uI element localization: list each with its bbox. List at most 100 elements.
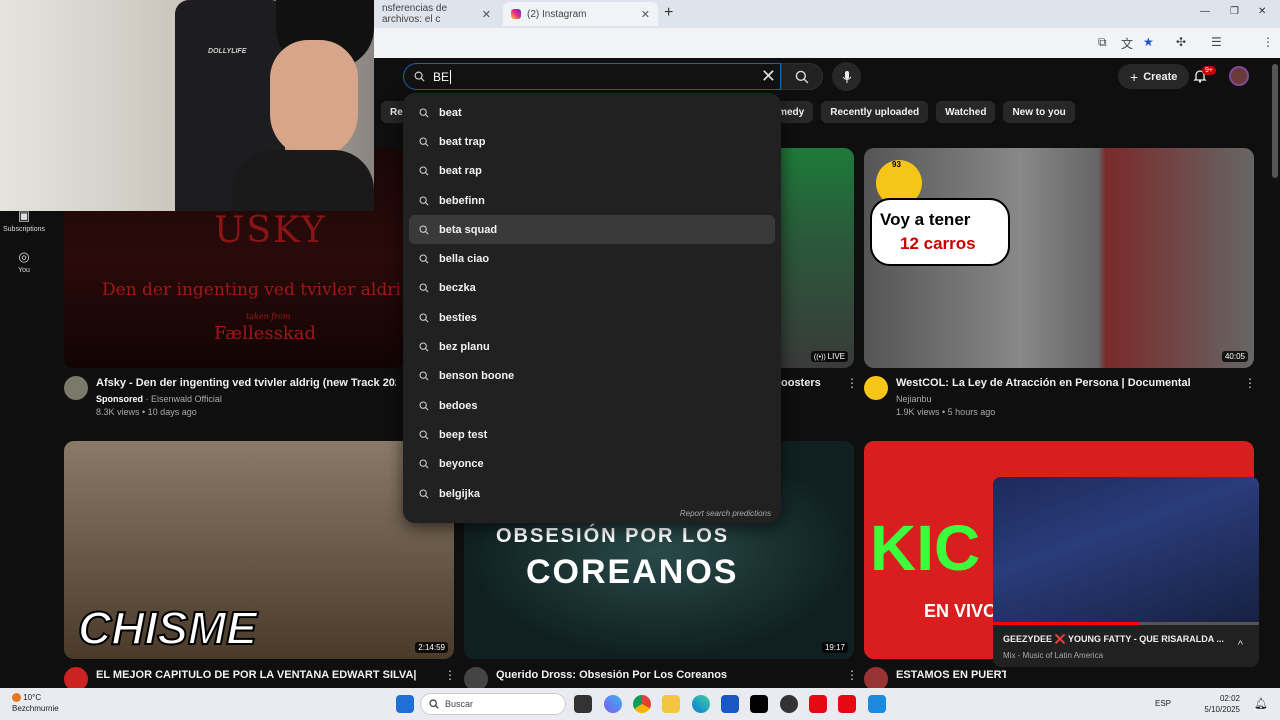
search-icon [419, 108, 429, 118]
taskbar-search[interactable]: Buscar [420, 693, 566, 715]
more-options-icon[interactable]: ⋮ [1244, 376, 1256, 390]
search-button[interactable] [781, 63, 823, 90]
tiktok-icon[interactable] [750, 695, 768, 713]
search-suggestion[interactable]: beat [403, 98, 781, 127]
video-thumbnail[interactable]: 93 Voy a tener 12 carros 40:05 [864, 148, 1254, 368]
search-suggestion[interactable]: beep test [403, 420, 781, 449]
speech-bubble: Voy a tener 12 carros [870, 198, 1010, 266]
mini-player-title[interactable]: GEEZYDEE ❌ YOUNG FATTY - QUE RISARALDA .… [1003, 634, 1224, 645]
nav-subscriptions[interactable]: ▣ Subscriptions [0, 208, 48, 233]
close-window-icon[interactable]: ✕ [1258, 6, 1266, 17]
video-meta: 1.9K views • 5 hours ago [896, 407, 996, 417]
minimize-icon[interactable]: — [1200, 6, 1210, 17]
bookmark-star-icon[interactable]: ★ [1143, 35, 1154, 49]
search-suggestion[interactable]: besties [403, 303, 781, 332]
file-explorer-icon[interactable] [662, 695, 680, 713]
search-icon [429, 699, 439, 709]
chrome-icon[interactable] [633, 695, 651, 713]
tab-instagram[interactable]: (2) Instagram ✕ [503, 2, 658, 26]
search-suggestion[interactable]: benson boone [403, 362, 781, 391]
create-button[interactable]: + Create [1118, 64, 1190, 89]
more-options-icon[interactable]: ⋮ [846, 668, 858, 682]
weather-widget[interactable]: 10°C Bezchmurnie [12, 692, 59, 714]
chip-watched[interactable]: Watched [936, 101, 996, 123]
tab-transferencias[interactable]: nsferencias de archivos: el c ✕ [374, 2, 499, 26]
cast-icon[interactable]: ⧉ [1098, 35, 1107, 50]
search-suggestion[interactable]: bez planu [403, 332, 781, 361]
mini-player[interactable]: GEEZYDEE ❌ YOUNG FATTY - QUE RISARALDA .… [993, 477, 1259, 667]
mini-player-video[interactable] [993, 477, 1259, 625]
video-title[interactable]: EL MEJOR CAPITULO DE POR LA VENTANA EDWA… [96, 669, 416, 681]
notification-badge: 9+ [1202, 66, 1216, 75]
instagram-icon [511, 9, 521, 19]
video-title[interactable]: WestCOL: La Ley de Atracción en Persona … [896, 377, 1236, 389]
steam-icon[interactable] [780, 695, 798, 713]
copilot-icon[interactable] [604, 695, 622, 713]
search-suggestions-dropdown: beat beat trap beat rap bebefinn beta squad b… [403, 93, 781, 523]
close-tab-icon[interactable]: ✕ [641, 8, 650, 21]
suggestion-text: belgijka [439, 487, 480, 500]
store-icon[interactable] [721, 695, 739, 713]
thumbnail-text: KIC [870, 512, 981, 584]
more-options-icon[interactable]: ⋮ [846, 376, 858, 390]
progress-bar[interactable] [993, 622, 1259, 625]
search-suggestion[interactable]: belgijka [403, 479, 781, 508]
close-tab-icon[interactable]: ✕ [482, 8, 491, 21]
system-clock[interactable]: 02:02 5/10/2025 [1204, 693, 1240, 715]
scrollbar[interactable] [1272, 64, 1278, 178]
search-suggestion[interactable]: bebefinn [403, 186, 781, 215]
video-title[interactable]: Querido Dross: Obsesión Por Los Coreanos [496, 669, 826, 681]
voice-search-button[interactable] [832, 62, 861, 91]
channel-avatar[interactable] [64, 376, 88, 400]
search-box[interactable]: BE ✕ [403, 63, 781, 90]
search-icon [414, 71, 425, 82]
chip-recently-uploaded[interactable]: Recently uploaded [821, 101, 929, 123]
thumbnail-line2: COREANOS [526, 553, 739, 591]
search-suggestion[interactable]: beczka [403, 274, 781, 303]
search-icon [419, 401, 429, 411]
new-tab-button[interactable]: + [664, 4, 673, 22]
video-title[interactable]: oosters [781, 377, 841, 389]
translate-icon[interactable]: 文 [1121, 35, 1133, 52]
reading-list-icon[interactable]: ☰ [1211, 35, 1222, 49]
notifications-bell-icon[interactable]: 🔔︎ [1254, 697, 1268, 710]
chip-new-to-you[interactable]: New to you [1003, 101, 1075, 123]
channel-name[interactable]: Nejianbu [896, 394, 932, 404]
netflix-icon[interactable] [809, 695, 827, 713]
search-suggestion[interactable]: beat trap [403, 127, 781, 156]
menu-dots-icon[interactable]: ⋮ [1262, 35, 1274, 49]
search-suggestion[interactable]: beyonce [403, 450, 781, 479]
thumbnail-subtext: taken from [246, 312, 291, 321]
search-icon [419, 371, 429, 381]
search-suggestion[interactable]: beat rap [403, 157, 781, 186]
account-avatar[interactable] [1229, 66, 1249, 86]
expand-chevron-icon[interactable]: ^ [1238, 639, 1243, 651]
task-view-icon[interactable] [574, 695, 592, 713]
clear-search-icon[interactable]: ✕ [761, 66, 776, 87]
video-thumbnail[interactable]: LIVE [781, 148, 854, 368]
vpn-app-icon[interactable] [868, 695, 886, 713]
edge-icon[interactable] [692, 695, 710, 713]
suggestion-text: beyonce [439, 458, 484, 471]
netflix-app-icon[interactable] [838, 695, 856, 713]
restore-icon[interactable]: ❐ [1230, 6, 1239, 17]
nav-you[interactable]: ◎ You [0, 249, 48, 274]
video-duration: 40:05 [1221, 351, 1248, 362]
suggestion-text: beat rap [439, 165, 482, 178]
search-suggestion[interactable]: bella ciao [403, 244, 781, 273]
report-predictions-link[interactable]: Report search predictions [680, 509, 771, 518]
windows-start-icon[interactable] [396, 695, 414, 713]
search-suggestion[interactable]: bedoes [403, 391, 781, 420]
search-input[interactable]: BE [433, 70, 449, 84]
search-icon [419, 488, 429, 499]
input-language[interactable]: ESP [1155, 699, 1171, 708]
search-suggestion[interactable]: beta squad [409, 215, 775, 245]
nav-label: Subscriptions [2, 226, 46, 233]
video-title[interactable]: ESTAMOS EN PUERTO RICO - Westcol [896, 669, 1006, 681]
more-options-icon[interactable]: ⋮ [444, 668, 456, 682]
video-thumbnail[interactable]: CHISME 2:14:59 [64, 441, 454, 659]
channel-avatar[interactable] [864, 376, 888, 400]
thumbnail-album: Fællesskad [214, 323, 316, 344]
extensions-icon[interactable]: ✣ [1176, 35, 1186, 49]
video-title[interactable]: Afsky - Den der ingenting ved tvivler al… [96, 377, 396, 389]
